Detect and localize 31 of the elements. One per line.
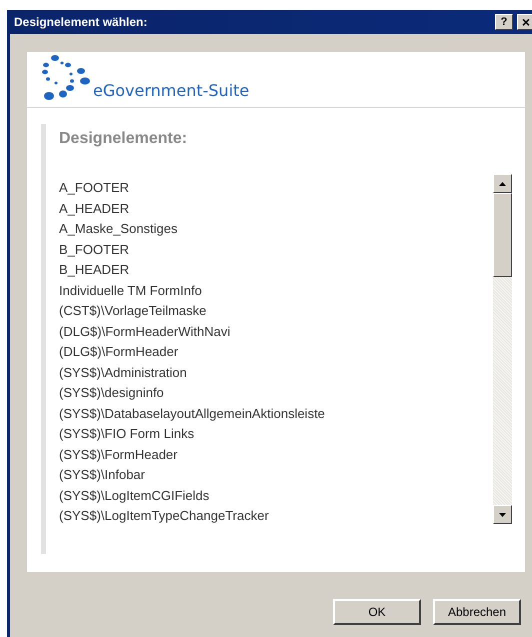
dialog-button[interactable]: Abbrechen	[433, 599, 521, 625]
dotted-circle-logo-icon	[41, 55, 91, 101]
list-item[interactable]: (DLG$)\FormHeaderWithNavi	[59, 322, 493, 342]
list-item[interactable]: (SYS$)\FIO Form Links	[59, 424, 493, 444]
list-item[interactable]: Individuelle TM FormInfo	[59, 280, 493, 301]
scroll-up-button[interactable]	[493, 174, 512, 193]
list-item[interactable]: (SYS$)\designinfo	[59, 383, 493, 404]
list-item[interactable]: (SYS$)\FormHeader	[59, 444, 493, 465]
close-button[interactable]: ×	[517, 14, 532, 30]
help-button[interactable]: ?	[495, 14, 513, 30]
list-item[interactable]: (SYS$)\Administration	[59, 362, 493, 383]
window-title: Designelement wählen:	[14, 14, 148, 31]
list-item[interactable]: A_Maske_Sonstiges	[59, 219, 493, 240]
list-heading: Designelemente:	[59, 129, 188, 149]
list-item[interactable]: B_HEADER	[59, 260, 493, 280]
list-item[interactable]: (SYS$)\Infobar	[59, 465, 493, 486]
down-arrow-icon	[499, 512, 506, 516]
list-item[interactable]: (SYS$)\DatabaselayoutAllgemeinAktionsleiste	[59, 404, 493, 424]
scroll-down-button[interactable]	[493, 505, 512, 524]
list-item[interactable]: (DLG$)\FormHeader	[59, 342, 493, 362]
scroll-thumb[interactable]	[493, 193, 512, 277]
up-arrow-icon	[499, 182, 506, 186]
list-item[interactable]: (CST$)\VorlageTeilmaske	[59, 301, 493, 322]
list-item[interactable]: (SYS$)\LogItemTypeChangeTracker	[59, 506, 493, 526]
list-item[interactable]: B_FOOTER	[59, 240, 493, 260]
logo-text: eGovernment-Suite	[93, 83, 250, 99]
dialog-button[interactable]: OK	[333, 599, 421, 625]
list-item[interactable]: A_HEADER	[59, 198, 493, 219]
scrollbar[interactable]	[493, 174, 512, 524]
list-item[interactable]: A_FOOTER	[59, 178, 493, 198]
list-item[interactable]: (SYS$)\LogItemCGIFields	[59, 486, 493, 506]
